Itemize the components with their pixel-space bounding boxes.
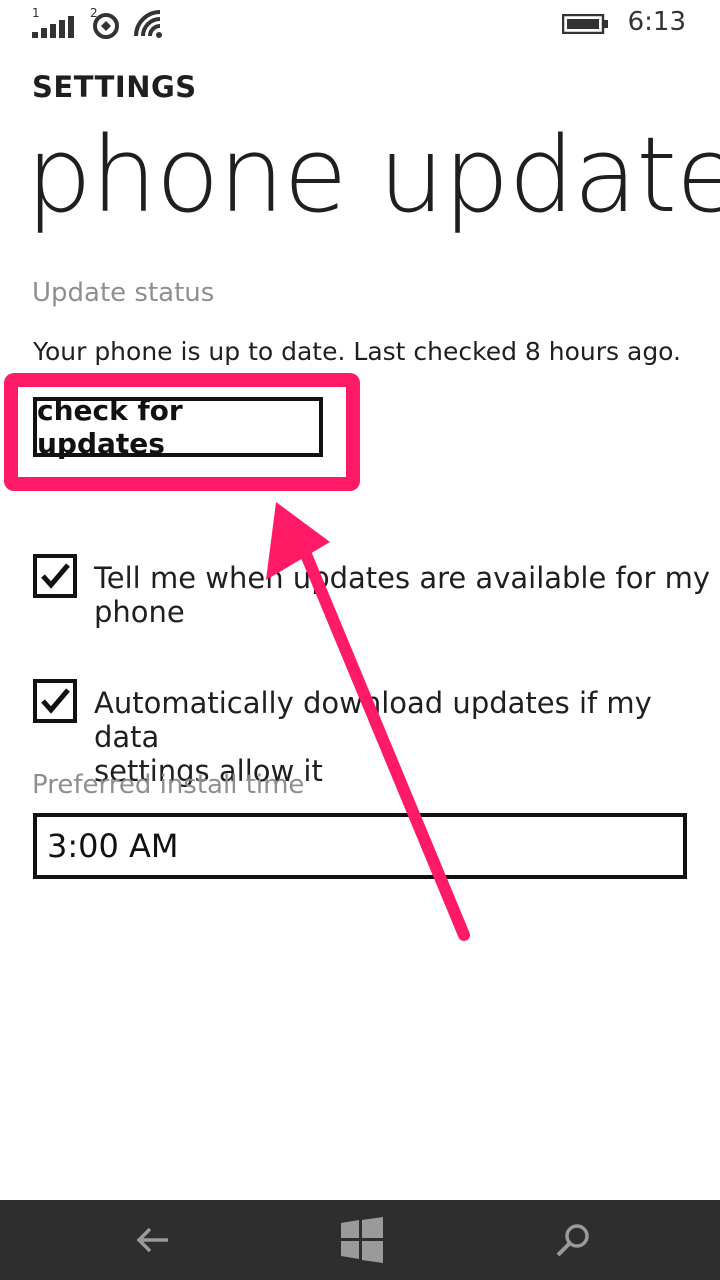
notify-updates-checkbox[interactable] bbox=[33, 554, 77, 598]
install-time-value: 3:00 AM bbox=[47, 827, 179, 865]
wifi-icon bbox=[134, 10, 164, 38]
windows-icon[interactable] bbox=[339, 1217, 385, 1263]
install-time-label: Preferred install time bbox=[32, 770, 305, 800]
install-time-picker[interactable]: 3:00 AM bbox=[33, 813, 687, 879]
battery-icon bbox=[561, 13, 610, 35]
clock: 6:13 bbox=[627, 7, 686, 37]
sim-icon: 2 bbox=[88, 6, 122, 39]
checkmark-icon bbox=[41, 688, 70, 714]
search-icon[interactable] bbox=[553, 1220, 593, 1260]
status-bar: 1 2 6:13 bbox=[0, 0, 720, 48]
signal-icon: 1 bbox=[32, 6, 76, 38]
update-status-text: Your phone is up to date. Last checked 8… bbox=[33, 337, 681, 366]
highlight-box bbox=[4, 373, 360, 491]
app-label: SETTINGS bbox=[32, 70, 197, 104]
auto-download-checkbox[interactable] bbox=[33, 679, 77, 723]
notify-updates-label[interactable]: Tell me when updates are available for m… bbox=[94, 561, 710, 629]
navigation-bar bbox=[0, 1200, 720, 1280]
update-status-label: Update status bbox=[32, 278, 215, 308]
checkmark-icon bbox=[41, 563, 70, 589]
page-title: phone update bbox=[26, 114, 720, 236]
back-icon[interactable] bbox=[134, 1220, 174, 1260]
